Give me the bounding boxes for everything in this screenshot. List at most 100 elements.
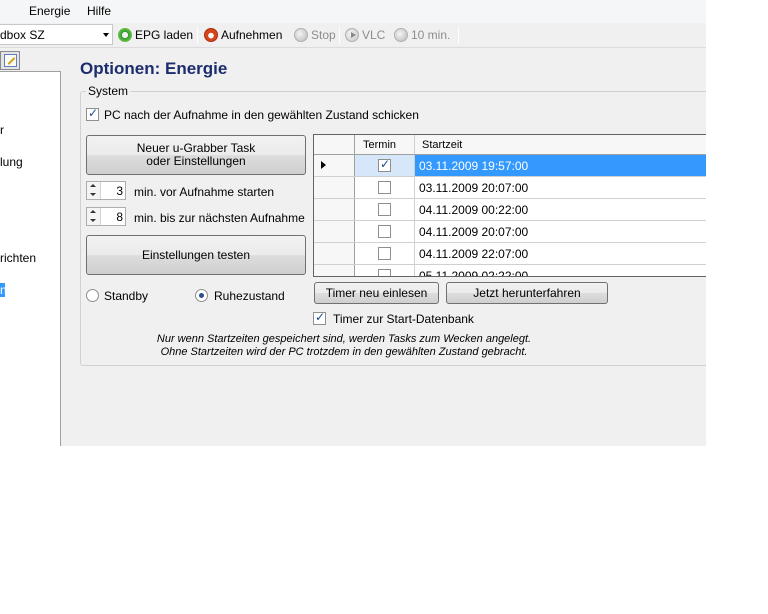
startzeit-cell[interactable]: 05.11.2009 02:22:00 bbox=[415, 265, 706, 276]
test-settings-label: Einstellungen testen bbox=[141, 247, 251, 262]
channel-combo-value: dbox SZ bbox=[0, 28, 45, 42]
stop-button[interactable]: Stop bbox=[294, 25, 336, 45]
start-before-stepper[interactable]: 3 bbox=[86, 181, 126, 200]
row-header[interactable] bbox=[314, 265, 355, 276]
new-task-button-line2: oder Einstellungen bbox=[146, 154, 246, 168]
table-row[interactable]: 04.11.2009 00:22:00 bbox=[314, 199, 706, 221]
start-before-label: min. vor Aufnahme starten bbox=[134, 185, 275, 199]
arrow-down-icon bbox=[90, 193, 96, 196]
page-title: Optionen: Energie bbox=[80, 59, 228, 78]
hibernate-radio-label: Ruhezustand bbox=[214, 289, 285, 303]
column-header-termin[interactable]: Termin bbox=[355, 135, 415, 154]
send-pc-checkbox[interactable] bbox=[86, 106, 99, 121]
timer-db-checkbox-label: Timer zur Start-Datenbank bbox=[333, 312, 474, 326]
row-header-corner bbox=[314, 135, 355, 154]
record-label: Aufnehmen bbox=[221, 28, 283, 42]
termin-checkbox[interactable] bbox=[378, 225, 391, 238]
shutdown-now-button[interactable]: Jetzt herunterfahren bbox=[446, 282, 608, 304]
termin-cell bbox=[355, 221, 415, 242]
reload-timer-button[interactable]: Timer neu einlesen bbox=[314, 282, 439, 304]
row-header[interactable] bbox=[314, 243, 355, 264]
edit-icon bbox=[4, 54, 17, 67]
shutdown-now-label: Jetzt herunterfahren bbox=[473, 285, 581, 300]
stepper-buttons[interactable] bbox=[87, 182, 101, 199]
vlc-label: VLC bbox=[362, 28, 386, 42]
record-button[interactable]: Aufnehmen bbox=[204, 25, 282, 45]
startzeit-cell[interactable]: 03.11.2009 20:07:00 bbox=[415, 177, 706, 198]
standby-radio-label: Standby bbox=[104, 289, 149, 303]
termin-cell bbox=[355, 155, 415, 176]
arrow-up-icon bbox=[90, 184, 96, 187]
arrow-down-icon bbox=[90, 219, 96, 222]
send-pc-checkbox-label: PC nach der Aufnahme in den gewählten Zu… bbox=[104, 108, 419, 122]
current-row-arrow-icon bbox=[321, 161, 326, 169]
row-header[interactable] bbox=[314, 155, 355, 176]
channel-combo[interactable]: dbox SZ bbox=[0, 24, 113, 45]
nav-item[interactable]: lung bbox=[0, 155, 23, 169]
menu-energie[interactable]: Energie bbox=[29, 4, 70, 18]
nav-item[interactable]: r bbox=[0, 123, 4, 137]
until-next-stepper[interactable]: 8 bbox=[86, 207, 126, 226]
startzeit-cell[interactable]: 04.11.2009 20:07:00 bbox=[415, 221, 706, 242]
stop-label: Stop bbox=[311, 28, 336, 42]
arrow-up-icon bbox=[90, 210, 96, 213]
table-row[interactable]: 05.11.2009 02:22:00 bbox=[314, 265, 706, 276]
nav-item-selected[interactable]: n bbox=[0, 283, 7, 297]
new-task-button[interactable]: Neuer u-Grabber Task oder Einstellungen bbox=[86, 135, 306, 175]
row-header[interactable] bbox=[314, 177, 355, 198]
termin-checkbox[interactable] bbox=[378, 247, 391, 260]
until-next-value: 8 bbox=[116, 210, 123, 224]
termin-checkbox[interactable] bbox=[378, 181, 391, 194]
termin-checkbox[interactable] bbox=[378, 157, 391, 172]
column-header-startzeit[interactable]: Startzeit bbox=[415, 135, 706, 154]
toolbar-separator bbox=[197, 27, 198, 44]
navigation-panel: r lung richten n bbox=[0, 71, 61, 446]
stepper-buttons[interactable] bbox=[87, 208, 101, 225]
epg-load-label: EPG laden bbox=[135, 28, 194, 42]
menu-hilfe[interactable]: Hilfe bbox=[87, 4, 111, 18]
nav-item[interactable]: richten bbox=[0, 251, 36, 265]
app-window: Energie Hilfe dbox SZ EPG laden Aufnehme… bbox=[0, 0, 706, 446]
alarm-clock-icon bbox=[204, 28, 218, 42]
termin-cell bbox=[355, 243, 415, 264]
startzeit-cell[interactable]: 04.11.2009 22:07:00 bbox=[415, 243, 706, 264]
start-before-value: 3 bbox=[116, 184, 123, 198]
table-row[interactable]: 04.11.2009 22:07:00 bbox=[314, 243, 706, 265]
termin-checkbox[interactable] bbox=[378, 269, 391, 276]
termin-cell bbox=[355, 265, 415, 276]
chevron-down-icon bbox=[103, 33, 109, 37]
termin-checkbox[interactable] bbox=[378, 203, 391, 216]
startzeit-cell[interactable]: 04.11.2009 00:22:00 bbox=[415, 199, 706, 220]
table-row[interactable]: 03.11.2009 20:07:00 bbox=[314, 177, 706, 199]
termin-cell bbox=[355, 199, 415, 220]
menu-bar: Energie Hilfe bbox=[0, 0, 706, 23]
test-settings-button[interactable]: Einstellungen testen bbox=[86, 235, 306, 275]
standby-radio[interactable] bbox=[86, 289, 99, 302]
until-next-label: min. bis zur nächsten Aufnahme bbox=[134, 211, 305, 225]
edit-button[interactable] bbox=[0, 51, 20, 70]
timer-db-checkbox[interactable] bbox=[313, 310, 326, 325]
ten-min-button[interactable]: 10 min. bbox=[394, 25, 450, 45]
row-header[interactable] bbox=[314, 199, 355, 220]
info-note-line2: Ohne Startzeiten wird der PC trotzdem in… bbox=[160, 346, 528, 358]
toolbar-separator bbox=[458, 27, 459, 44]
table-row[interactable]: 04.11.2009 20:07:00 bbox=[314, 221, 706, 243]
ten-min-label: 10 min. bbox=[411, 28, 451, 42]
reload-timer-label: Timer neu einlesen bbox=[325, 285, 428, 300]
startzeit-cell[interactable]: 03.11.2009 19:57:00 bbox=[415, 155, 706, 176]
row-header[interactable] bbox=[314, 221, 355, 242]
table-row[interactable]: 03.11.2009 19:57:00 bbox=[314, 155, 706, 177]
timer-icon bbox=[394, 28, 408, 42]
system-groupbox-legend: System bbox=[86, 84, 131, 98]
toolbar-separator bbox=[339, 27, 340, 44]
hibernate-radio[interactable] bbox=[195, 289, 208, 302]
stop-icon bbox=[294, 28, 308, 42]
grid-header: Termin Startzeit bbox=[314, 135, 706, 155]
epg-load-button[interactable]: EPG laden bbox=[118, 25, 193, 45]
play-icon bbox=[345, 28, 359, 42]
termin-cell bbox=[355, 177, 415, 198]
toolbar: dbox SZ EPG laden Aufnehmen Stop VLC 10 … bbox=[0, 23, 706, 48]
vlc-button[interactable]: VLC bbox=[345, 25, 385, 45]
info-note-line1: Nur wenn Startzeiten gespeichert sind, w… bbox=[156, 333, 532, 345]
start-times-grid[interactable]: Termin Startzeit 03.11.2009 19:57:0003.1… bbox=[313, 134, 706, 277]
